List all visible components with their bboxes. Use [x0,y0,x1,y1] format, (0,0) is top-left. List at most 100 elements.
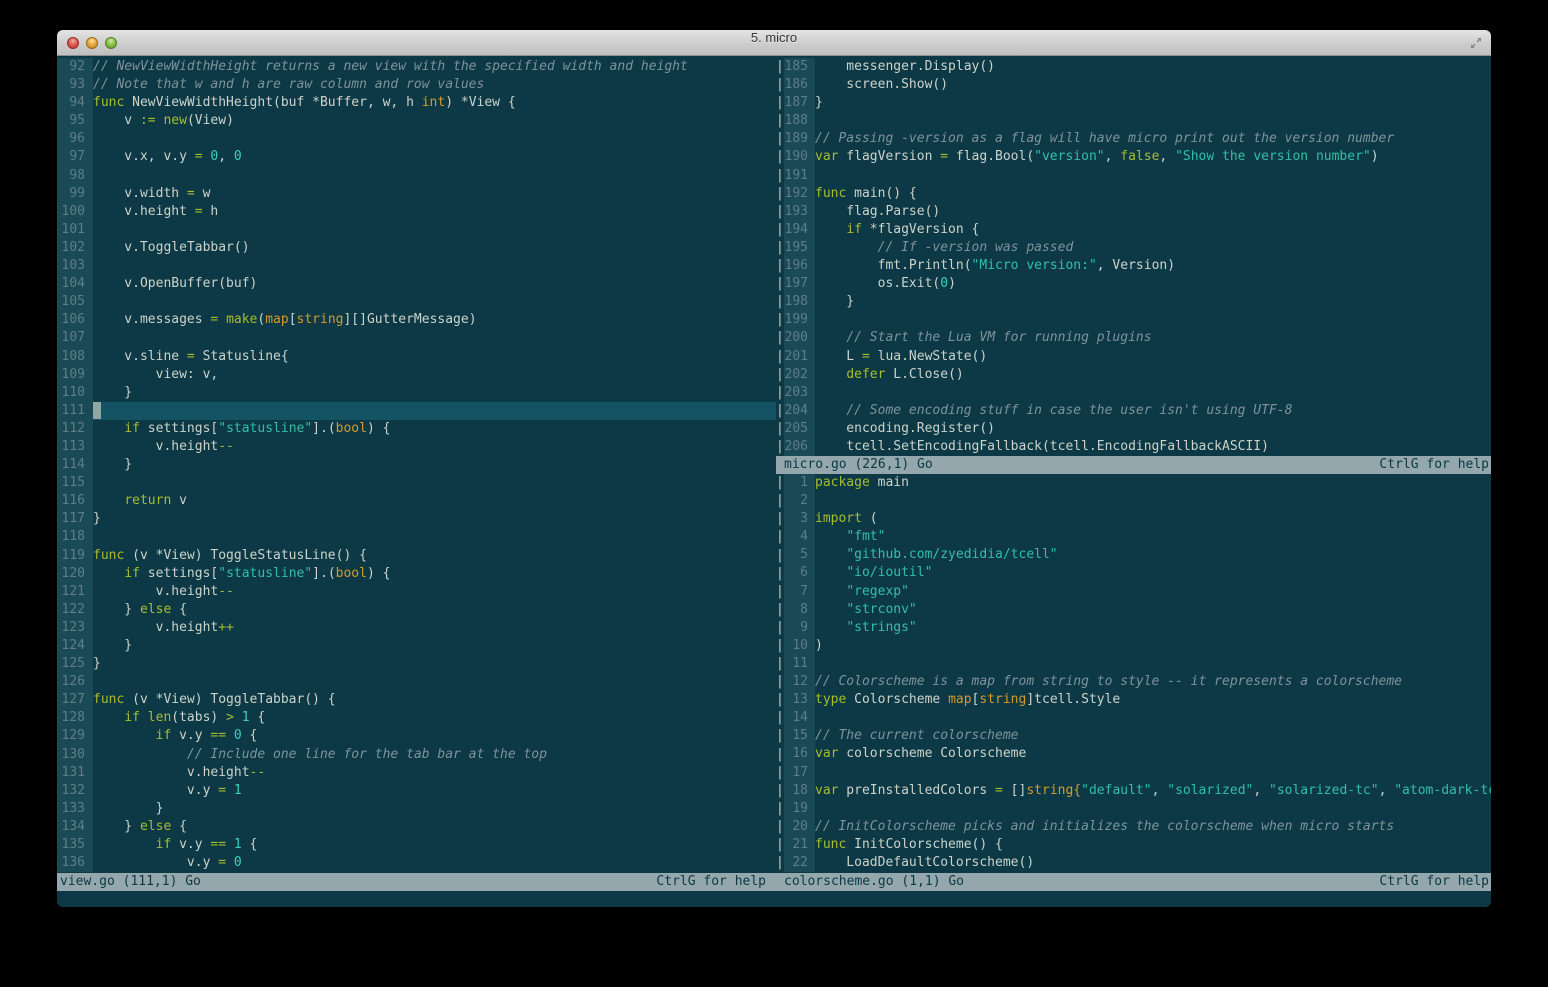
code-line[interactable]: 190 var flagVersion = flag.Bool("version"… [784,148,1491,167]
code-line[interactable]: 122 } else { [57,600,776,619]
code-text[interactable]: fmt.Println("Micro version:", Version) [815,257,1491,275]
code-line[interactable]: 103 [57,257,776,276]
code-text[interactable]: return v [93,492,776,510]
code-line[interactable]: 106 v.messages = make(map[string][]Gutte… [57,311,776,330]
code-text[interactable]: // NewViewWidthHeight returns a new view… [93,58,776,76]
code-line[interactable]: 111 [57,401,776,420]
code-line[interactable]: 101 [57,220,776,239]
code-line[interactable]: 192 func main() { [784,184,1491,203]
code-line[interactable]: 3 import ( [784,510,1491,529]
code-text[interactable]: var colorscheme Colorscheme [815,745,1491,763]
code-line[interactable]: 21 func InitColorscheme() { [784,835,1491,854]
code-line[interactable]: 118 [57,528,776,547]
code-line[interactable]: 205 encoding.Register() [784,419,1491,438]
code-text[interactable] [93,329,776,347]
code-line[interactable]: 20// InitColorscheme picks and initializ… [784,817,1491,836]
code-line[interactable]: 15// The current colorscheme [784,727,1491,746]
code-line[interactable]: 191 [784,166,1491,185]
code-line[interactable]: 95 v := new(View) [57,112,776,131]
code-text[interactable] [815,709,1491,727]
code-line[interactable]: 96 [57,130,776,149]
code-line[interactable]: 11 [784,654,1491,674]
code-line[interactable]: 120 if settings["statusline"].(bool) { [57,564,776,583]
code-text[interactable] [93,293,776,311]
code-text[interactable] [93,221,776,239]
code-text[interactable]: v.width = w [93,185,776,203]
code-text[interactable]: func NewViewWidthHeight(buf *Buffer, w, … [93,94,776,112]
code-text[interactable]: } [815,94,1491,112]
editor-pane-colorscheme-go[interactable]: 1 package main 2 3 import (4 "fmt" 5 "github.… [784,474,1491,873]
code-line[interactable]: 134 } else { [57,817,776,837]
code-text[interactable]: // The current colorscheme [815,727,1491,745]
code-text[interactable] [815,492,1491,510]
code-line[interactable]: 200 // Start the Lua VM for running plug… [784,329,1491,348]
code-text[interactable]: flag.Parse() [815,203,1491,221]
code-text[interactable]: // Some encoding stuff in case the user … [815,402,1491,420]
code-line[interactable]: 115 [57,474,776,493]
code-text[interactable]: // InitColorscheme picks and initializes… [815,818,1491,836]
code-line[interactable]: 19 [784,799,1491,818]
code-text[interactable]: "github.com/zyedidia/tcell" [815,546,1491,564]
code-line[interactable]: 203 [784,383,1491,402]
code-line[interactable]: 13 type Colorscheme map[string]tcell.Styl… [784,691,1491,710]
code-text[interactable] [815,764,1491,782]
code-text[interactable]: os.Exit(0) [815,275,1491,293]
code-line[interactable]: 9 "strings" [784,618,1491,637]
code-line[interactable]: 109 view: v, [57,365,776,384]
code-line[interactable]: 12// Colorscheme is a map from string to… [784,673,1491,692]
code-line[interactable]: 114 } [57,456,776,475]
code-line[interactable]: 104 v.OpenBuffer(buf) [57,275,776,294]
code-text[interactable]: func main() { [815,185,1491,203]
code-line[interactable]: 206 tcell.SetEncodingFallback(tcell.Enco… [784,437,1491,457]
code-text[interactable]: L = lua.NewState() [815,348,1491,366]
resize-icon[interactable] [1469,36,1483,50]
code-line[interactable]: 117} [57,510,776,529]
code-line[interactable]: 204 // Some encoding stuff in case the u… [784,401,1491,420]
code-line[interactable]: 197 os.Exit(0) [784,275,1491,294]
code-line[interactable]: 105 [57,293,776,312]
code-line[interactable]: 17 [784,763,1491,782]
code-text[interactable]: v.height = h [93,203,776,221]
code-line[interactable]: 186 screen.Show() [784,76,1491,95]
code-text[interactable]: if settings["statusline"].(bool) { [93,565,776,583]
code-text[interactable]: "regexp" [815,583,1491,601]
code-text[interactable]: tcell.SetEncodingFallback(tcell.Encoding… [815,438,1491,456]
code-line[interactable]: 116 return v [57,492,776,511]
code-text[interactable]: } [93,456,776,474]
code-line[interactable]: 121 v.height-- [57,582,776,601]
code-line[interactable]: 189// Passing -version as a flag will ha… [784,130,1491,149]
window-title-bar[interactable]: 5. micro [57,30,1491,56]
code-text[interactable] [93,401,776,420]
code-line[interactable]: 8 "strconv" [784,600,1491,619]
code-text[interactable]: type Colorscheme map[string]tcell.Style [815,691,1491,709]
code-text[interactable]: v.height-- [93,583,776,601]
code-text[interactable]: func (v *View) ToggleTabbar() { [93,691,776,709]
code-text[interactable]: package main [815,474,1491,492]
code-text[interactable]: // Colorscheme is a map from string to s… [815,673,1491,691]
code-line[interactable]: 4 "fmt" [784,528,1491,547]
code-line[interactable]: 92// NewViewWidthHeight returns a new vi… [57,58,776,77]
editor-pane-micro-go[interactable]: 185 messenger.Display() 186 screen.Show()… [784,58,1491,457]
code-line[interactable]: 128 if len(tabs) > 1 { [57,709,776,728]
code-text[interactable]: // Passing -version as a flag will have … [815,130,1491,148]
code-line[interactable]: 198 } [784,293,1491,312]
code-text[interactable]: v.y = 0 [93,854,776,872]
code-line[interactable]: 201 L = lua.NewState() [784,347,1491,366]
code-text[interactable]: defer L.Close() [815,366,1491,384]
code-line[interactable]: 10) [784,636,1491,655]
code-text[interactable]: func (v *View) ToggleStatusLine() { [93,547,776,565]
code-line[interactable]: 202 defer L.Close() [784,365,1491,384]
code-text[interactable] [815,655,1491,673]
code-text[interactable]: v.OpenBuffer(buf) [93,275,776,293]
code-text[interactable] [93,528,776,546]
code-text[interactable]: // Note that w and h are raw column and … [93,76,776,94]
code-line[interactable]: 131 v.height-- [57,763,776,782]
code-text[interactable] [815,384,1491,402]
code-line[interactable]: 14 [784,709,1491,728]
code-line[interactable]: 108 v.sline = Statusline{ [57,347,776,366]
code-line[interactable]: 100 v.height = h [57,202,776,221]
code-line[interactable]: 2 [784,492,1491,511]
code-text[interactable]: v.sline = Statusline{ [93,348,776,366]
code-line[interactable]: 119 func (v *View) ToggleStatusLine() { [57,546,776,565]
code-line[interactable]: 196 fmt.Println("Micro version:", Versio… [784,257,1491,276]
